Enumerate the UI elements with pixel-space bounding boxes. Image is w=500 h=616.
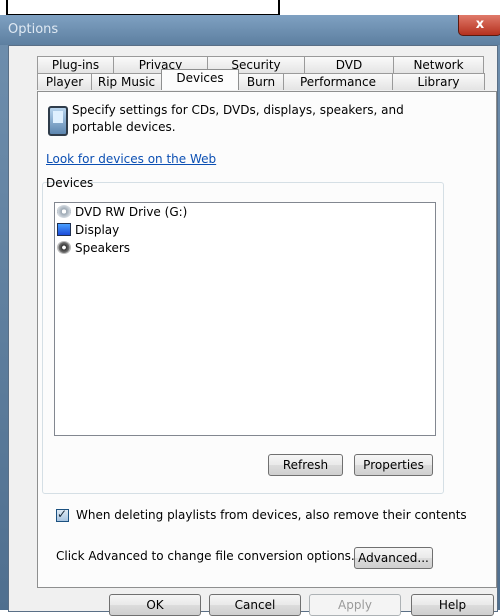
device-item-label: DVD RW Drive (G:) [75,205,188,219]
tab-plugins[interactable]: Plug-ins [37,56,114,73]
window-title: Options [8,22,59,37]
tab-library[interactable]: Library [392,73,485,90]
title-bar[interactable]: Options x [0,15,500,45]
tab-network[interactable]: Network [393,56,484,73]
tab-rip-music[interactable]: Rip Music [91,73,162,90]
device-item-dvd[interactable]: DVD RW Drive (G:) [55,203,435,221]
help-button[interactable]: Help [411,594,494,616]
tab-row-front: Player Rip Music Devices Burn Performanc… [37,69,485,91]
tab-row-back: Plug-ins Privacy Security DVD Network [37,56,484,74]
advanced-description: Click Advanced to change file conversion… [56,549,355,563]
dialog-client: Plug-ins Privacy Security DVD Network Pl… [8,45,498,616]
devices-panel: Specify settings for CDs, DVDs, displays… [37,91,497,588]
refresh-button[interactable]: Refresh [268,454,343,476]
device-item-label: Display [75,223,120,237]
cancel-button[interactable]: Cancel [209,594,301,616]
tab-player[interactable]: Player [37,73,92,90]
device-item-label: Speakers [75,241,131,255]
top-frame [6,0,280,16]
close-icon: x [475,17,485,32]
devices-list[interactable]: DVD RW Drive (G:) Display Speakers [54,202,436,436]
portable-device-icon [48,106,68,136]
close-button[interactable]: x [458,15,500,36]
checkmark-icon: ✓ [57,507,68,521]
ok-button[interactable]: OK [109,594,201,616]
tab-dvd[interactable]: DVD [304,56,394,73]
device-item-display[interactable]: Display [55,221,435,239]
speaker-icon [57,241,71,254]
panel-description: Specify settings for CDs, DVDs, displays… [72,103,404,134]
devices-web-link[interactable]: Look for devices on the Web [46,152,216,166]
apply-button[interactable]: Apply [309,594,401,616]
device-item-speakers[interactable]: Speakers [55,239,435,257]
properties-button[interactable]: Properties [354,454,433,476]
display-icon [57,223,71,236]
remove-contents-checkbox[interactable]: ✓ [56,507,69,522]
tab-performance[interactable]: Performance [283,73,393,90]
remove-contents-label[interactable]: When deleting playlists from devices, al… [76,508,467,522]
dvd-drive-icon [57,205,71,218]
advanced-button[interactable]: Advanced... [354,547,433,569]
devices-group-label: Devices [46,176,94,190]
options-window: Options x Plug-ins Privacy Security DVD … [0,15,500,616]
tab-devices[interactable]: Devices [161,69,239,90]
tab-burn[interactable]: Burn [238,73,284,90]
